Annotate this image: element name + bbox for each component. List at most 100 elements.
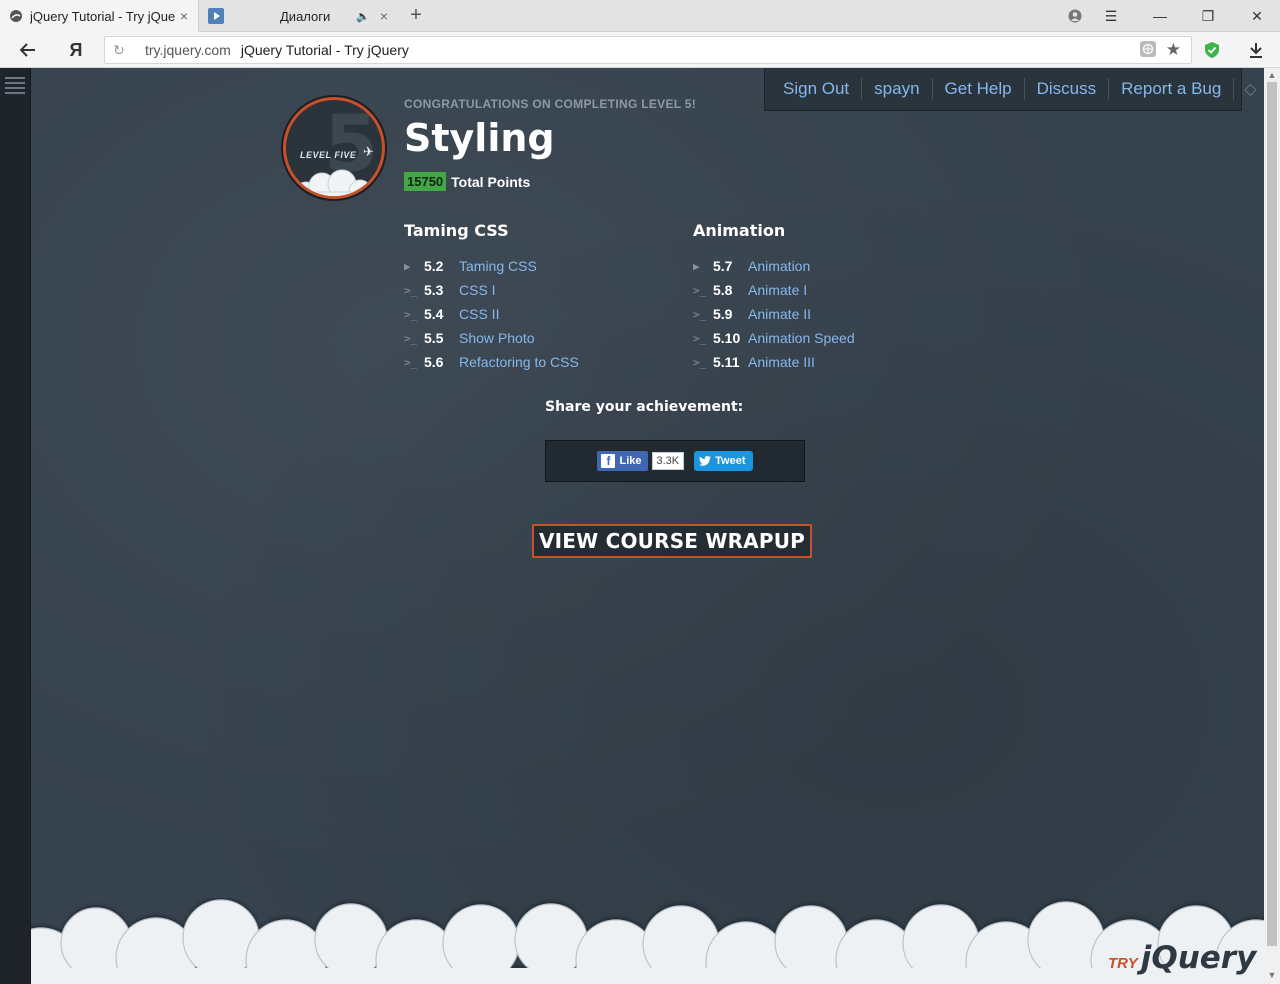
page: Sign Out spayn Get Help Discuss Report a… — [0, 68, 1280, 984]
console-icon: >_ — [693, 355, 707, 369]
new-tab-button[interactable]: + — [404, 4, 428, 28]
tweet-button[interactable]: Tweet — [694, 451, 753, 471]
discuss-link[interactable]: Discuss — [1025, 78, 1110, 100]
lesson-link[interactable]: CSS I — [459, 282, 496, 298]
video-favicon-icon — [208, 8, 224, 24]
lesson-number: 5.6 — [424, 354, 444, 370]
share-heading: Share your achievement: — [545, 399, 744, 415]
section-heading: Animation — [693, 221, 786, 240]
lesson-link[interactable]: Animation — [748, 258, 810, 274]
share-box: f Like 3.3K Tweet — [545, 440, 805, 482]
url-field[interactable]: ↻ try.jquery.com jQuery Tutorial - Try j… — [104, 36, 1192, 64]
lesson-link[interactable]: Animate II — [748, 306, 811, 322]
congrats-text: CONGRATULATIONS ON COMPLETING LEVEL 5! — [404, 97, 697, 111]
downloads-icon[interactable] — [1238, 32, 1274, 68]
console-icon: >_ — [404, 355, 418, 369]
lesson-link[interactable]: Animate III — [748, 354, 815, 370]
browser-tabbar: jQuery Tutorial - Try jQue × Диалоги 🔈 ×… — [0, 0, 1280, 32]
minimize-icon[interactable]: — — [1137, 0, 1183, 32]
protect-shield-icon[interactable] — [1194, 32, 1230, 68]
try-jquery-logo: TRY jQuery — [1108, 940, 1256, 976]
lesson-number: 5.7 — [713, 258, 733, 274]
badge-cloud-icon — [295, 169, 372, 196]
console-icon: >_ — [404, 331, 418, 345]
lesson-link[interactable]: CSS II — [459, 306, 499, 322]
lesson-item[interactable]: >_ 5.6 Refactoring to CSS — [404, 350, 579, 374]
tab-close-icon[interactable]: × — [376, 8, 392, 24]
scroll-down-arrow-icon[interactable]: ▼ — [1264, 970, 1280, 980]
lesson-number: 5.11 — [713, 354, 740, 370]
reload-icon[interactable]: ↻ — [105, 42, 133, 59]
lesson-link[interactable]: Show Photo — [459, 330, 535, 346]
tab-title: Диалоги — [280, 8, 331, 24]
points-value: 15750 — [404, 172, 447, 191]
scrollbar-thumb[interactable] — [1267, 82, 1277, 946]
translate-icon[interactable] — [1139, 40, 1156, 60]
lesson-number: 5.2 — [424, 258, 444, 274]
lesson-list-animation: ▶ 5.7 Animation >_ 5.8 Animate I >_ 5.9 Animat… — [693, 254, 855, 374]
lesson-link[interactable]: Animate I — [748, 282, 807, 298]
lesson-number: 5.5 — [424, 330, 444, 346]
level-badge: 5 LEVEL FIVE ✈ — [283, 97, 385, 199]
lesson-link[interactable]: Animation Speed — [748, 330, 855, 346]
close-window-icon[interactable]: ✕ — [1234, 0, 1280, 32]
hamburger-menu-icon[interactable] — [5, 74, 25, 94]
scroll-up-arrow-icon[interactable]: ▲ — [1264, 70, 1280, 80]
twitter-bird-icon — [699, 456, 712, 466]
vertical-scrollbar[interactable]: ▲ ▼ — [1264, 68, 1280, 984]
lesson-number: 5.9 — [713, 306, 733, 322]
sign-out-link[interactable]: Sign Out — [771, 78, 863, 100]
level-title: Styling — [404, 116, 555, 160]
bookmark-star-icon[interactable]: ★ — [1166, 40, 1181, 60]
lesson-number: 5.8 — [713, 282, 733, 298]
lesson-item[interactable]: >_ 5.8 Animate I — [693, 278, 855, 302]
lesson-number: 5.4 — [424, 306, 444, 322]
yandex-button[interactable]: Я — [58, 32, 94, 68]
facebook-like-button[interactable]: f Like — [597, 451, 648, 471]
jquery-favicon-icon — [8, 8, 24, 24]
url-host: try.jquery.com — [145, 42, 231, 58]
play-icon: ▶ — [693, 259, 700, 273]
console-icon: >_ — [404, 283, 418, 297]
lesson-item[interactable]: ▶ 5.7 Animation — [693, 254, 855, 278]
lesson-item[interactable]: >_ 5.10 Animation Speed — [693, 326, 855, 350]
lesson-item[interactable]: >_ 5.5 Show Photo — [404, 326, 579, 350]
logo-try: TRY — [1108, 955, 1138, 972]
tab-jquery-tutorial[interactable]: jQuery Tutorial - Try jQue × — [0, 0, 199, 32]
speaker-icon[interactable]: 🔈 — [356, 10, 370, 23]
console-icon: >_ — [404, 307, 418, 321]
console-icon: >_ — [693, 307, 707, 321]
report-bug-link[interactable]: Report a Bug — [1109, 78, 1235, 100]
tab-title: jQuery Tutorial - Try jQue — [30, 8, 176, 24]
total-points: 15750 Total Points — [404, 172, 530, 191]
section-heading: Taming CSS — [404, 221, 509, 240]
lesson-link[interactable]: Refactoring to CSS — [459, 354, 579, 370]
tab-close-icon[interactable]: × — [176, 8, 192, 24]
badge-level-label: LEVEL FIVE — [300, 150, 357, 160]
restore-icon[interactable]: ❐ — [1185, 0, 1231, 32]
lesson-item[interactable]: >_ 5.3 CSS I — [404, 278, 579, 302]
lesson-number: 5.3 — [424, 282, 444, 298]
address-bar: Я ↻ try.jquery.com jQuery Tutorial - Try… — [0, 32, 1280, 68]
facebook-icon: f — [601, 454, 616, 468]
lesson-item[interactable]: >_ 5.11 Animate III — [693, 350, 855, 374]
lesson-list-taming-css: ▶ 5.2 Taming CSS >_ 5.3 CSS I >_ 5.4 CSS II >_… — [404, 254, 579, 374]
facebook-like-widget: f Like 3.3K — [597, 451, 685, 471]
menu-icon[interactable]: ☰ — [1088, 0, 1134, 32]
back-arrow-icon[interactable] — [10, 32, 46, 68]
get-help-link[interactable]: Get Help — [933, 78, 1025, 100]
tweet-label: Tweet — [715, 455, 746, 467]
view-course-wrapup-button[interactable]: VIEW COURSE WRAPUP — [532, 524, 812, 558]
code-toggle-icon[interactable]: ◇ — [1234, 79, 1266, 99]
side-rail — [0, 68, 31, 984]
lesson-item[interactable]: ▶ 5.2 Taming CSS — [404, 254, 579, 278]
lesson-item[interactable]: >_ 5.9 Animate II — [693, 302, 855, 326]
lesson-item[interactable]: >_ 5.4 CSS II — [404, 302, 579, 326]
lesson-number: 5.10 — [713, 330, 741, 346]
points-label: Total Points — [451, 173, 531, 190]
username-link[interactable]: spayn — [862, 78, 933, 100]
lesson-link[interactable]: Taming CSS — [459, 258, 537, 274]
like-count: 3.3K — [651, 452, 685, 470]
tab-dialogs[interactable]: Диалоги 🔈 × — [200, 0, 398, 32]
airplane-icon: ✈ — [363, 144, 374, 159]
